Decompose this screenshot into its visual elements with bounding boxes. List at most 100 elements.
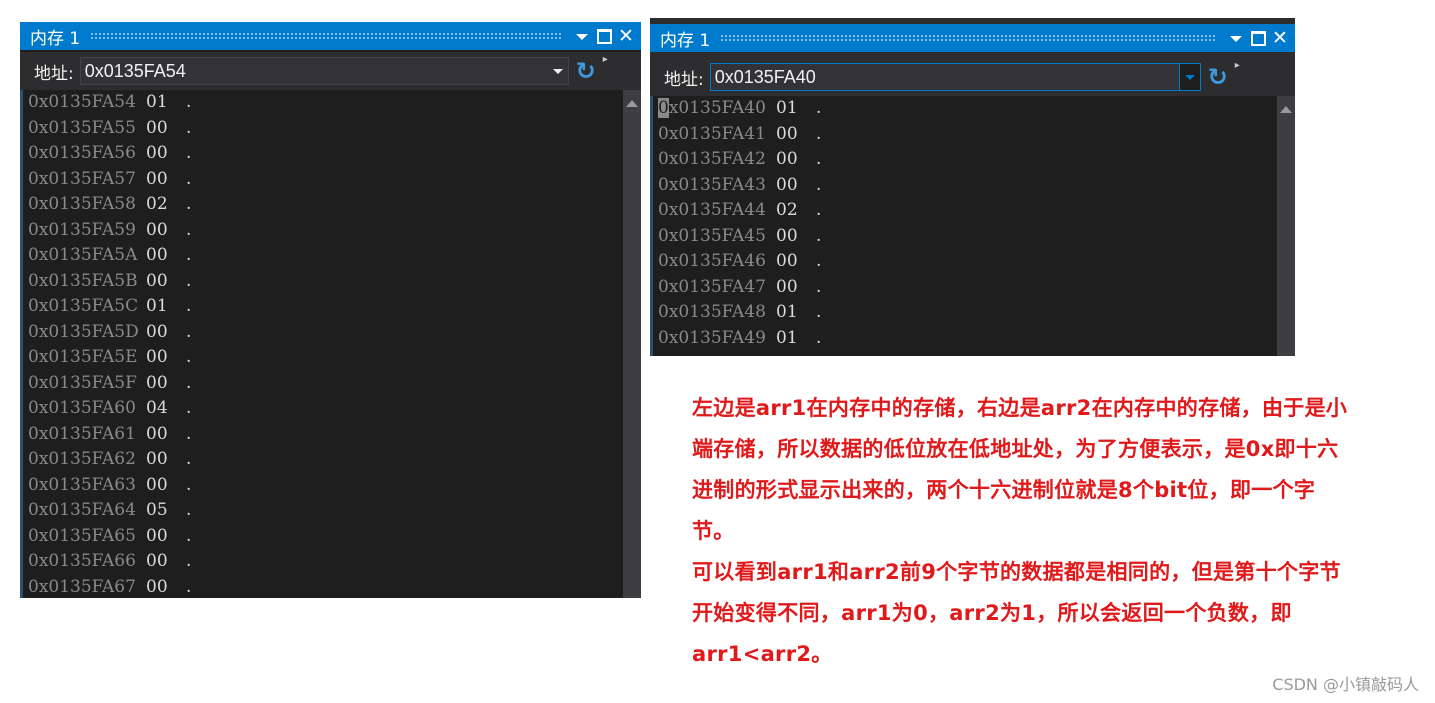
row-char: .: [186, 117, 192, 138]
memory-row[interactable]: 0x0135FA48 01.: [653, 300, 1277, 326]
close-icon[interactable]: ✕: [1269, 27, 1291, 49]
memory-row[interactable]: 0x0135FA44 02.: [653, 198, 1277, 224]
row-byte[interactable]: 01: [776, 300, 816, 326]
memory-row[interactable]: 0x0135FA65 00.: [23, 524, 623, 550]
memory-row[interactable]: 0x0135FA5C 01.: [23, 294, 623, 320]
memory-row[interactable]: 0x0135FA62 00.: [23, 447, 623, 473]
title-bar[interactable]: 内存 1 ✕: [650, 24, 1295, 52]
memory-row[interactable]: 0x0135FA5D 00.: [23, 320, 623, 346]
address-input[interactable]: [80, 59, 548, 83]
row-byte[interactable]: 00: [776, 224, 816, 250]
address-combobox[interactable]: [709, 63, 1201, 91]
row-byte[interactable]: 00: [146, 371, 186, 397]
row-char: .: [186, 500, 192, 520]
row-byte[interactable]: 00: [146, 422, 186, 448]
memory-row[interactable]: 0x0135FA41 00.: [653, 122, 1277, 148]
memory-row[interactable]: 0x0135FA46 00.: [653, 249, 1277, 275]
toolbar-overflow-icon[interactable]: ▸: [1235, 58, 1249, 71]
memory-row[interactable]: 0x0135FA56 00.: [23, 141, 623, 167]
vertical-scrollbar[interactable]: [623, 90, 641, 598]
row-byte[interactable]: 00: [146, 575, 186, 599]
row-byte[interactable]: 00: [146, 269, 186, 295]
row-char: .: [186, 143, 192, 163]
row-byte[interactable]: 00: [146, 243, 186, 269]
row-address: 0x0135FA54: [28, 92, 136, 112]
memory-row[interactable]: 0x0135FA45 00.: [653, 224, 1277, 250]
vertical-scrollbar[interactable]: [1277, 96, 1295, 356]
memory-row[interactable]: 0x0135FA49 01.: [653, 326, 1277, 352]
drag-grip[interactable]: [90, 32, 563, 40]
memory-row[interactable]: 0x0135FA58 02.: [23, 192, 623, 218]
memory-row[interactable]: 0x0135FA64 05.: [23, 498, 623, 524]
memory-row[interactable]: 0x0135FA67 00.: [23, 575, 623, 599]
toolbar-overflow-icon[interactable]: ▸: [603, 52, 617, 65]
memory-row[interactable]: 0x0135FA5E 00.: [23, 345, 623, 371]
memory-row[interactable]: 0x0135FA55 00.: [23, 116, 623, 142]
row-char: .: [186, 296, 192, 316]
memory-row[interactable]: 0x0135FA5B 00.: [23, 269, 623, 295]
row-byte[interactable]: 00: [776, 249, 816, 275]
row-byte[interactable]: 00: [146, 218, 186, 244]
memory-row[interactable]: 0x0135FA54 01.: [23, 90, 623, 116]
memory-row[interactable]: 0x0135FA57 00.: [23, 167, 623, 193]
memory-row[interactable]: 0x0135FA40 01.: [653, 96, 1277, 122]
chevron-down-icon[interactable]: [1225, 29, 1247, 47]
row-address: 0x0135FA64: [28, 500, 136, 520]
row-byte[interactable]: 00: [146, 447, 186, 473]
drag-grip[interactable]: [720, 34, 1217, 42]
row-byte[interactable]: 00: [776, 147, 816, 173]
maximize-icon[interactable]: [593, 27, 615, 45]
maximize-icon[interactable]: [1247, 29, 1269, 47]
address-input[interactable]: [710, 65, 1179, 89]
refresh-icon[interactable]: ↻: [1201, 63, 1235, 91]
row-byte[interactable]: 01: [776, 326, 816, 352]
title-bar[interactable]: 内存 1 ✕: [20, 22, 641, 50]
memory-row[interactable]: 0x0135FA5A 00.: [23, 243, 623, 269]
memory-row[interactable]: 0x0135FA59 00.: [23, 218, 623, 244]
chevron-down-icon[interactable]: [571, 27, 593, 45]
row-char: .: [186, 219, 192, 240]
memory-rows[interactable]: 0x0135FA54 01. 0x0135FA55 00. 0x0135FA56 00. 0…: [20, 90, 623, 598]
refresh-icon[interactable]: ↻: [569, 57, 603, 85]
row-byte[interactable]: 00: [146, 141, 186, 167]
row-byte[interactable]: 00: [146, 549, 186, 575]
memory-row[interactable]: 0x0135FA47 00.: [653, 275, 1277, 301]
memory-row[interactable]: 0x0135FA5F 00.: [23, 371, 623, 397]
row-address: 0x0135FA5B: [28, 270, 138, 291]
row-byte[interactable]: 05: [146, 498, 186, 524]
memory-row[interactable]: 0x0135FA43 00.: [653, 173, 1277, 199]
row-byte[interactable]: 02: [776, 198, 816, 224]
memory-row[interactable]: 0x0135FA63 00.: [23, 473, 623, 499]
row-char: .: [186, 449, 192, 469]
row-byte[interactable]: 00: [146, 167, 186, 193]
row-byte[interactable]: 04: [146, 396, 186, 422]
row-byte[interactable]: 00: [776, 173, 816, 199]
row-byte[interactable]: 02: [146, 192, 186, 218]
row-byte[interactable]: 00: [776, 275, 816, 301]
chevron-down-icon[interactable]: [1178, 64, 1200, 90]
toolbar: 地址: ↻ ▸: [20, 52, 641, 90]
close-icon[interactable]: ✕: [615, 25, 637, 47]
row-byte[interactable]: 00: [146, 345, 186, 371]
memory-rows[interactable]: 0x0135FA40 01. 0x0135FA41 00. 0x0135FA42 00. 0…: [650, 96, 1277, 356]
memory-row[interactable]: 0x0135FA42 00.: [653, 147, 1277, 173]
row-byte[interactable]: 00: [146, 524, 186, 550]
address-combobox[interactable]: [79, 57, 569, 85]
row-address: 0x0135FA56: [28, 143, 136, 163]
chevron-down-icon[interactable]: [548, 58, 568, 84]
row-address: 0x0135FA5F: [28, 372, 137, 393]
row-byte[interactable]: 00: [146, 116, 186, 142]
memory-row[interactable]: 0x0135FA61 00.: [23, 422, 623, 448]
row-byte[interactable]: 00: [776, 122, 816, 148]
row-byte[interactable]: 00: [146, 320, 186, 346]
row-byte[interactable]: 01: [776, 96, 816, 122]
scroll-up-icon[interactable]: [626, 100, 638, 107]
memory-row[interactable]: 0x0135FA66 00.: [23, 549, 623, 575]
row-byte[interactable]: 01: [146, 294, 186, 320]
memory-row[interactable]: 0x0135FA60 04.: [23, 396, 623, 422]
row-address: 0x0135FA66: [28, 551, 136, 571]
row-char: .: [186, 398, 192, 418]
scroll-up-icon[interactable]: [1280, 106, 1292, 113]
row-byte[interactable]: 01: [146, 90, 186, 116]
row-byte[interactable]: 00: [146, 473, 186, 499]
